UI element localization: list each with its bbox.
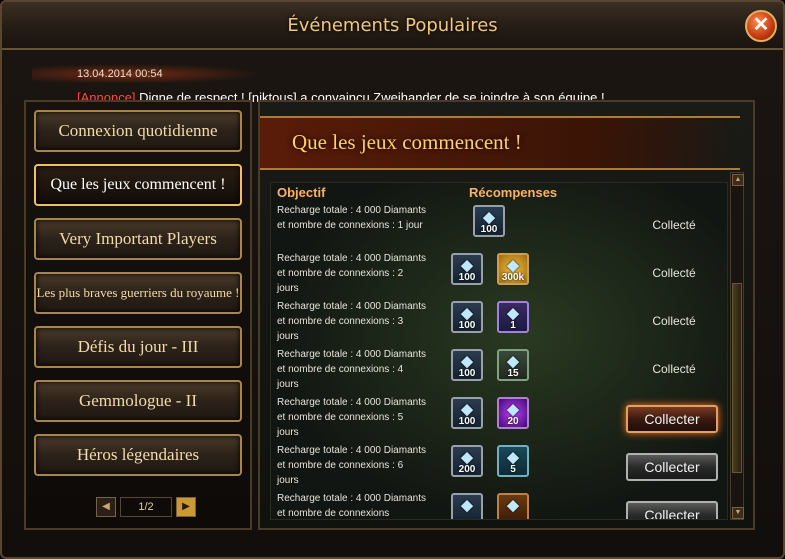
- row-objective: Recharge totale : 4 000 Diamants et nomb…: [277, 493, 426, 519]
- stamina-icon[interactable]: ◆ 15: [497, 349, 529, 381]
- icon-glyph: ◆: [507, 401, 519, 418]
- icon-glyph: ◆: [483, 209, 495, 226]
- collect-button[interactable]: Collecter: [626, 501, 718, 519]
- icon-glyph: ◆: [461, 497, 473, 514]
- scroll-up-icon[interactable]: ▲: [732, 174, 744, 186]
- icon-glyph: ◆: [507, 449, 519, 466]
- diamond-icon[interactable]: ◆ 100: [451, 349, 483, 381]
- icon-glyph: ◆: [507, 305, 519, 322]
- event-panel: Que les jeux commencent ! Objectif Récom…: [258, 100, 755, 530]
- diamond-icon[interactable]: ◆: [451, 493, 483, 519]
- window-title: Événements Populaires: [287, 15, 498, 36]
- reward-row: Recharge totale : 4 000 Diamants et nomb…: [271, 443, 727, 491]
- chest-icon[interactable]: ◆: [497, 493, 529, 519]
- row-objective: Recharge totale : 4 000 Diamants et nomb…: [277, 445, 426, 486]
- pager-prev-button[interactable]: ◀: [96, 497, 116, 517]
- reward-row: Recharge totale : 4 000 Diamants et nomb…: [271, 251, 727, 299]
- magic-orb-icon[interactable]: ◆ 20: [497, 397, 529, 429]
- row-objective: Recharge totale : 4 000 Diamants et nomb…: [277, 397, 426, 438]
- icon-glyph: ◆: [507, 257, 519, 274]
- collect-button[interactable]: Collecter: [626, 453, 718, 481]
- sidebar-item-2[interactable]: Very Important Players: [34, 218, 242, 260]
- sidebar-item-3[interactable]: Les plus braves guerriers du royaume !: [34, 272, 242, 314]
- icon-glyph: ◆: [461, 353, 473, 370]
- sidebar: Connexion quotidienne Que les jeux commen…: [24, 100, 252, 530]
- pager-page-number: 1/2: [120, 497, 172, 517]
- diamond-icon[interactable]: ◆ 100: [451, 253, 483, 285]
- sidebar-item-1[interactable]: Que les jeux commencent !: [34, 164, 242, 206]
- close-icon[interactable]: ✕: [745, 10, 777, 42]
- announcement-date: 13.04.2014 00:54: [77, 68, 163, 80]
- gold-coin-icon[interactable]: ◆ 300k: [497, 253, 529, 285]
- icon-glyph: ◆: [507, 353, 519, 370]
- reward-row: Recharge totale : 4 000 Diamants et nomb…: [271, 347, 727, 395]
- status-label: Collecté: [652, 314, 696, 328]
- status-label: Collecté: [652, 362, 696, 376]
- potion-icon[interactable]: ◆ 5: [497, 445, 529, 477]
- sidebar-item-5[interactable]: Gemmologue - II: [34, 380, 242, 422]
- reward-row: Recharge totale : 4 000 Diamants et nomb…: [271, 491, 727, 519]
- reward-row: Recharge totale : 4 000 Diamants et nomb…: [271, 395, 727, 443]
- diamond-icon[interactable]: ◆ 200: [451, 445, 483, 477]
- row-objective: Recharge totale : 4 000 Diamants et nomb…: [277, 349, 426, 390]
- sidebar-item-6[interactable]: Héros légendaires: [34, 434, 242, 476]
- rewards-list[interactable]: Objectif Récompenses Recharge totale : 4…: [270, 182, 728, 520]
- icon-glyph: ◆: [461, 449, 473, 466]
- reward-row: Recharge totale : 4 000 Diamants et nomb…: [271, 203, 727, 251]
- row-objective: Recharge totale : 4 000 Diamants et nomb…: [277, 205, 426, 231]
- scroll-down-icon[interactable]: ▼: [732, 507, 744, 519]
- icon-glyph: ◆: [507, 497, 519, 514]
- rewards-header: Récompenses: [469, 185, 558, 200]
- icon-glyph: ◆: [461, 401, 473, 418]
- icon-glyph: ◆: [461, 257, 473, 274]
- sidebar-item-0[interactable]: Connexion quotidienne: [34, 110, 242, 152]
- row-objective: Recharge totale : 4 000 Diamants et nomb…: [277, 301, 426, 342]
- diamond-icon[interactable]: ◆ 100: [473, 205, 505, 237]
- icon-glyph: ◆: [461, 305, 473, 322]
- events-window: Événements Populaires ✕ 13.04.2014 00:54…: [0, 0, 785, 559]
- reward-row: Recharge totale : 4 000 Diamants et nomb…: [271, 299, 727, 347]
- diamond-icon[interactable]: ◆ 100: [451, 301, 483, 333]
- status-label: Collecté: [652, 218, 696, 232]
- collect-button[interactable]: Collecter: [626, 405, 718, 433]
- sidebar-item-4[interactable]: Défis du jour - III: [34, 326, 242, 368]
- event-title: Que les jeux commencent !: [292, 130, 522, 154]
- scroll-thumb[interactable]: [732, 283, 742, 473]
- title-bar: Événements Populaires ✕: [2, 2, 783, 50]
- event-banner: Que les jeux commencent !: [260, 116, 740, 170]
- gem-box-icon[interactable]: ◆ 1: [497, 301, 529, 333]
- row-objective: Recharge totale : 4 000 Diamants et nomb…: [277, 253, 426, 294]
- pager-next-button[interactable]: ▶: [176, 497, 196, 517]
- diamond-icon[interactable]: ◆ 100: [451, 397, 483, 429]
- status-label: Collecté: [652, 266, 696, 280]
- scrollbar[interactable]: ▲ ▼: [730, 172, 744, 520]
- objective-header: Objectif: [277, 185, 326, 200]
